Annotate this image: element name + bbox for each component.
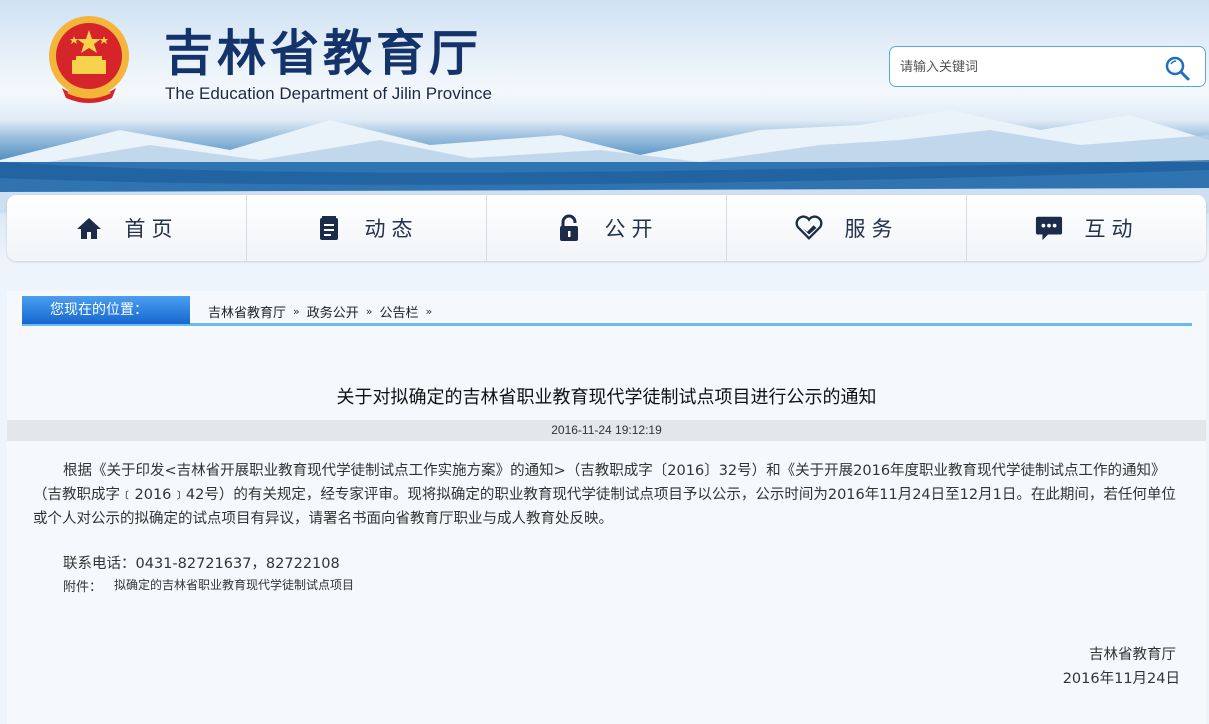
double-chevron-icon: » bbox=[425, 305, 433, 318]
document-icon bbox=[315, 214, 343, 242]
double-chevron-icon: » bbox=[293, 305, 300, 318]
article-body: 根据《关于印发<吉林省开展职业教育现代学徒制试点工作实施方案》的通知>（吉教职成… bbox=[33, 463, 1176, 527]
site-title: 吉林省教育厅 bbox=[164, 25, 483, 82]
nav-item-public[interactable]: 公开 bbox=[487, 195, 727, 261]
breadcrumb-item[interactable]: 政务公开 bbox=[307, 302, 359, 321]
breadcrumb-links: 吉林省教育厅 » 政务公开 » 公告栏 » bbox=[208, 302, 439, 321]
main-nav: 首页 动态 公开 服务 互动 bbox=[7, 195, 1206, 261]
lake-mountain-banner bbox=[0, 110, 1209, 210]
article-title: 关于对拟确定的吉林省职业教育现代学徒制试点项目进行公示的通知 bbox=[336, 387, 877, 408]
home-icon bbox=[75, 214, 103, 242]
article-datetime: 2016-11-24 19:12:19 bbox=[7, 420, 1206, 441]
nav-item-news[interactable]: 动态 bbox=[247, 195, 487, 261]
nav-item-home[interactable]: 首页 bbox=[7, 195, 247, 261]
breadcrumb-item[interactable]: 吉林省教育厅 bbox=[208, 302, 286, 321]
signature-date: 2016年11月24日 bbox=[1062, 671, 1180, 687]
content-panel: 您现在的位置： 吉林省教育厅 » 政务公开 » 公告栏 » 关于对拟确定的吉林省… bbox=[7, 291, 1206, 724]
attachment-link[interactable]: 拟确定的吉林省职业教育现代学徒制试点项目 bbox=[114, 576, 354, 595]
signature-org: 吉林省教育厅 bbox=[1089, 647, 1176, 663]
nav-item-label: 首页 bbox=[124, 217, 179, 241]
attachment-label: 附件： bbox=[63, 580, 103, 595]
nav-item-interact[interactable]: 互动 bbox=[967, 195, 1206, 261]
search-box bbox=[889, 46, 1206, 87]
handshake-heart-icon bbox=[795, 214, 823, 242]
breadcrumb-item[interactable]: 公告栏 bbox=[380, 302, 419, 321]
nav-item-label: 互动 bbox=[1084, 217, 1139, 241]
national-emblem-logo bbox=[49, 16, 129, 103]
nav-item-label: 服务 bbox=[844, 217, 899, 241]
chat-icon bbox=[1035, 214, 1063, 242]
search-input[interactable] bbox=[900, 56, 1150, 78]
attachment: 附件： 拟确定的吉林省职业教育现代学徒制试点项目 bbox=[63, 576, 354, 595]
nav-item-label: 动态 bbox=[364, 217, 419, 241]
breadcrumb: 您现在的位置： 吉林省教育厅 » 政务公开 » 公告栏 » bbox=[22, 296, 1192, 326]
double-chevron-icon: » bbox=[365, 305, 373, 318]
search-icon[interactable] bbox=[1163, 54, 1191, 82]
nav-item-service[interactable]: 服务 bbox=[727, 195, 967, 261]
contact-info: 联系电话：0431-82721637，82722108 bbox=[63, 556, 340, 572]
nav-item-label: 公开 bbox=[604, 217, 659, 241]
site-subtitle: The Education Department of Jilin Provin… bbox=[165, 84, 492, 103]
breadcrumb-label: 您现在的位置： bbox=[22, 296, 190, 324]
lock-icon bbox=[555, 214, 583, 242]
